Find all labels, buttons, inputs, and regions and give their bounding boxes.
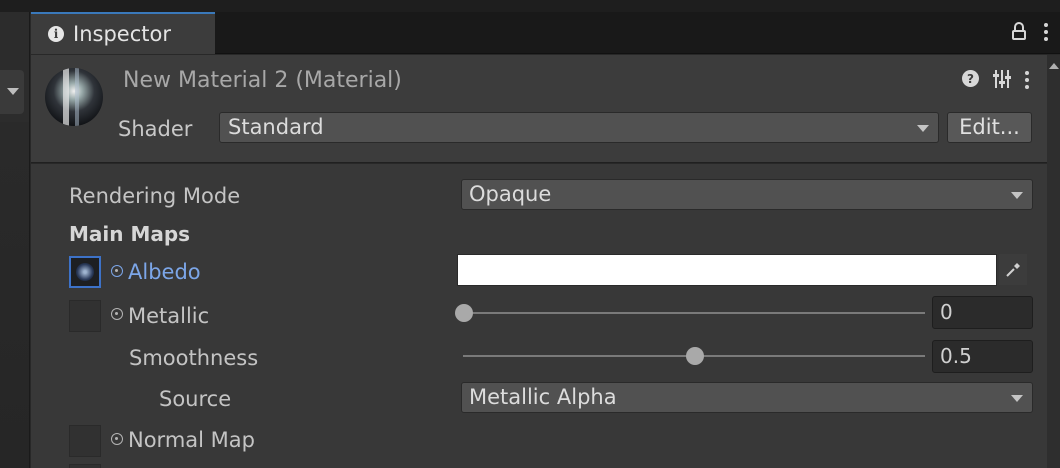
tab-label: Inspector <box>73 22 171 46</box>
header-actions: ? <box>962 68 1029 89</box>
edit-shader-button[interactable]: Edit... <box>947 112 1032 143</box>
rendering-mode-dropdown[interactable]: Opaque <box>461 179 1033 210</box>
chevron-down-icon <box>1011 395 1023 402</box>
texture-picker-icon[interactable] <box>111 433 123 445</box>
tab-inspector[interactable]: i Inspector <box>31 12 215 54</box>
eyedropper-icon <box>1006 263 1020 277</box>
shader-value: Standard <box>228 115 324 139</box>
info-icon: i <box>48 26 64 42</box>
tab-bar: i Inspector <box>31 12 1060 54</box>
metallic-slider-handle[interactable] <box>455 304 473 322</box>
normal-map-texture-slot[interactable] <box>69 425 101 457</box>
texture-picker-icon[interactable] <box>111 265 123 277</box>
smoothness-label: Smoothness <box>129 346 259 370</box>
albedo-color-field[interactable] <box>457 254 997 286</box>
source-dropdown[interactable]: Metallic Alpha <box>461 382 1033 413</box>
vertical-scrollbar[interactable] <box>1047 55 1060 468</box>
scene-view <box>0 122 29 468</box>
kebab-menu-icon[interactable] <box>1044 20 1048 41</box>
metallic-texture-slot[interactable] <box>69 300 101 332</box>
lock-icon[interactable] <box>1012 20 1026 40</box>
material-preview-thumbnail <box>45 68 103 126</box>
top-bar <box>0 0 1060 12</box>
next-texture-slot[interactable] <box>69 464 101 468</box>
metallic-label: Metallic <box>128 304 210 328</box>
smoothness-slider-handle[interactable] <box>686 347 704 365</box>
scene-dropdown-button[interactable] <box>0 70 24 114</box>
tab-actions <box>1012 20 1048 41</box>
help-icon[interactable]: ? <box>962 70 979 87</box>
shader-dropdown[interactable]: Standard <box>219 112 939 143</box>
kebab-menu-icon[interactable] <box>1025 68 1029 89</box>
metallic-value-field[interactable]: 0 <box>932 296 1033 329</box>
scroll-up-arrow-icon[interactable] <box>1049 63 1059 69</box>
material-header: New Material 2 (Material) ? Shader Stand… <box>31 55 1047 163</box>
source-value: Metallic Alpha <box>469 385 617 409</box>
material-title: New Material 2 (Material) <box>123 68 402 93</box>
rendering-mode-label: Rendering Mode <box>69 184 241 208</box>
scene-view-edge <box>0 12 30 468</box>
source-label: Source <box>159 387 232 411</box>
chevron-down-icon <box>1011 192 1023 199</box>
rendering-mode-value: Opaque <box>469 182 552 206</box>
metallic-slider-track[interactable] <box>463 312 925 314</box>
smoothness-value-field[interactable]: 0.5 <box>932 340 1033 373</box>
shader-label: Shader <box>118 117 193 141</box>
texture-picker-icon[interactable] <box>111 308 123 320</box>
main-maps-heading: Main Maps <box>69 222 191 246</box>
albedo-texture-slot[interactable] <box>69 256 101 288</box>
material-properties: Rendering Mode Opaque Main Maps Albedo M… <box>31 164 1047 468</box>
eyedropper-button[interactable] <box>999 254 1027 285</box>
albedo-label: Albedo <box>128 260 201 284</box>
preset-settings-icon[interactable] <box>993 69 1011 88</box>
chevron-down-icon <box>917 125 929 132</box>
normal-map-label: Normal Map <box>128 428 255 452</box>
